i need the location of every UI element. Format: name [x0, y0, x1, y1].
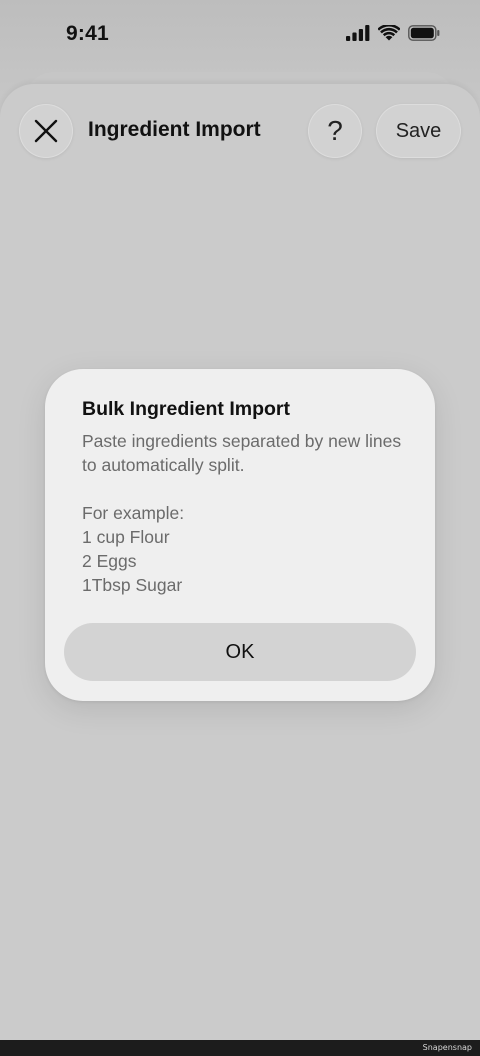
example-line: 2 Eggs — [82, 551, 137, 571]
example-line: 1 cup Flour — [82, 527, 170, 547]
cellular-signal-icon — [346, 25, 370, 41]
app-screen: 9:41 Ingredient Import ? Save Bulk Ingre… — [0, 0, 480, 1040]
ok-button[interactable]: OK — [64, 623, 416, 681]
example-heading: For example: — [82, 503, 185, 523]
help-icon: ? — [327, 115, 343, 146]
nav-bar: Ingredient Import ? Save — [0, 84, 480, 180]
close-button[interactable] — [19, 104, 73, 158]
status-icons — [346, 25, 440, 41]
wifi-icon — [378, 25, 400, 41]
bulk-import-dialog: Bulk Ingredient Import Paste ingredients… — [45, 369, 435, 701]
close-icon — [34, 119, 58, 143]
footer-strip: Snapensnap — [0, 1040, 480, 1056]
help-button[interactable]: ? — [308, 104, 362, 158]
status-time: 9:41 — [66, 22, 109, 45]
watermark: Snapensnap — [422, 1043, 472, 1052]
dialog-description: Paste ingredients separated by new lines… — [82, 431, 402, 475]
status-bar: 9:41 — [0, 0, 480, 72]
battery-icon — [408, 25, 440, 41]
dialog-title: Bulk Ingredient Import — [82, 398, 291, 420]
example-line: 1Tbsp Sugar — [82, 575, 183, 595]
save-button[interactable]: Save — [376, 104, 461, 158]
page-title: Ingredient Import — [88, 118, 261, 141]
dialog-message: Paste ingredients separated by new lines… — [82, 429, 402, 597]
